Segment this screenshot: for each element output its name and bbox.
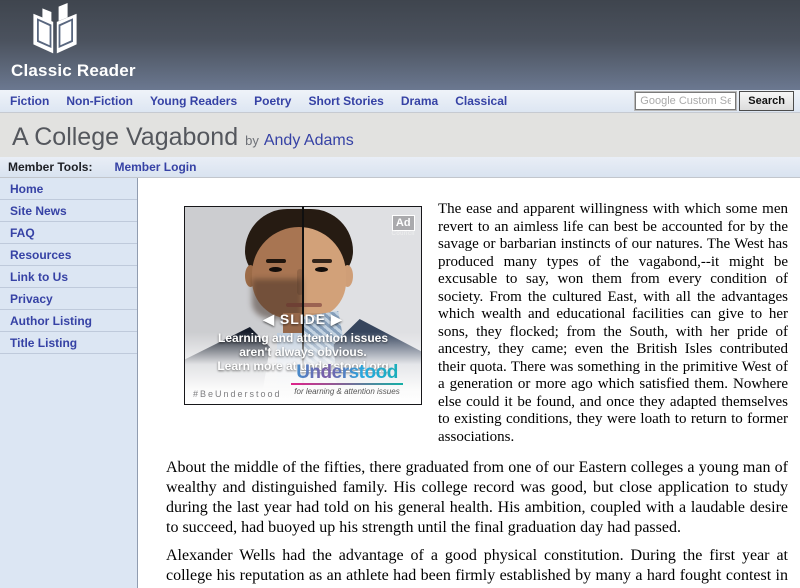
search-box: Search <box>635 91 796 111</box>
open-book-logo-icon[interactable] <box>26 3 84 57</box>
author-link[interactable]: Andy Adams <box>264 132 354 149</box>
nav-item-drama[interactable]: Drama <box>401 94 438 108</box>
sidebar-menu: Home Site News FAQ Resources Link to Us … <box>0 178 137 354</box>
site-header: Classic Reader <box>0 0 800 90</box>
ad-face-left-eye <box>269 267 282 272</box>
sidebar-item-title-listing[interactable]: Title Listing <box>0 332 137 354</box>
story-paragraph-2: About the middle of the fifties, there g… <box>166 459 788 536</box>
title-bar: A College Vagabond by Andy Adams <box>0 113 800 157</box>
member-tools-label: Member Tools: <box>8 160 93 174</box>
story-paragraph-3: Alexander Wells had the advantage of a g… <box>166 547 788 588</box>
sidebar-item-faq[interactable]: FAQ <box>0 222 137 244</box>
ad-face-right-eyebrow <box>312 259 332 263</box>
story-paragraph-1: The ease and apparent willingness with w… <box>438 201 788 445</box>
ad-message-line2: aren't always obvious. <box>239 345 367 359</box>
content-area: Ad Council ◀ SLIDE ▶ Learning and attent… <box>138 178 800 588</box>
nav-item-classical[interactable]: Classical <box>455 94 507 108</box>
sidebar-item-privacy[interactable]: Privacy <box>0 288 137 310</box>
sidebar-item-author-listing[interactable]: Author Listing <box>0 310 137 332</box>
sidebar-item-resources[interactable]: Resources <box>0 244 137 266</box>
ad-face-left-eyebrow <box>266 259 286 263</box>
sidebar-item-link-to-us[interactable]: Link to Us <box>0 266 137 288</box>
understood-brand-logo: Understood <box>279 363 415 382</box>
understood-brand-block: Understood for learning & attention issu… <box>279 363 415 396</box>
search-button[interactable]: Search <box>739 91 794 111</box>
ad-face-mouth <box>286 303 322 307</box>
nav-item-poetry[interactable]: Poetry <box>254 94 291 108</box>
understood-ad-banner[interactable]: Ad Council ◀ SLIDE ▶ Learning and attent… <box>184 206 422 405</box>
ad-slide-control[interactable]: ◀ SLIDE ▶ <box>185 311 421 328</box>
understood-tagline: for learning & attention issues <box>294 387 400 396</box>
nav-item-short-stories[interactable]: Short Stories <box>308 94 383 108</box>
nav-item-non-fiction[interactable]: Non-Fiction <box>66 94 133 108</box>
understood-brand-underline <box>291 383 403 385</box>
by-label: by <box>245 133 259 148</box>
page-title: A College Vagabond <box>12 123 239 151</box>
ad-face-right-eye <box>315 267 328 272</box>
member-login-link[interactable]: Member Login <box>114 160 196 174</box>
ad-message-line1: Learning and attention issues <box>217 331 389 345</box>
search-input[interactable] <box>635 92 737 110</box>
intro-section: Ad Council ◀ SLIDE ▶ Learning and attent… <box>166 201 788 446</box>
main-nav: Fiction Non-Fiction Young Readers Poetry… <box>0 90 800 113</box>
ad-hashtag: #BeUnderstood <box>193 389 282 399</box>
nav-item-young-readers[interactable]: Young Readers <box>150 94 237 108</box>
sidebar-item-home[interactable]: Home <box>0 178 137 200</box>
body-row: Home Site News FAQ Resources Link to Us … <box>0 178 800 588</box>
nav-item-fiction[interactable]: Fiction <box>10 94 49 108</box>
member-tools-bar: Member Tools: Member Login <box>0 157 800 178</box>
sidebar: Home Site News FAQ Resources Link to Us … <box>0 178 138 588</box>
sidebar-item-site-news[interactable]: Site News <box>0 200 137 222</box>
ad-council-logo: Ad Council <box>391 215 415 237</box>
logo-text[interactable]: Classic Reader <box>11 61 136 81</box>
